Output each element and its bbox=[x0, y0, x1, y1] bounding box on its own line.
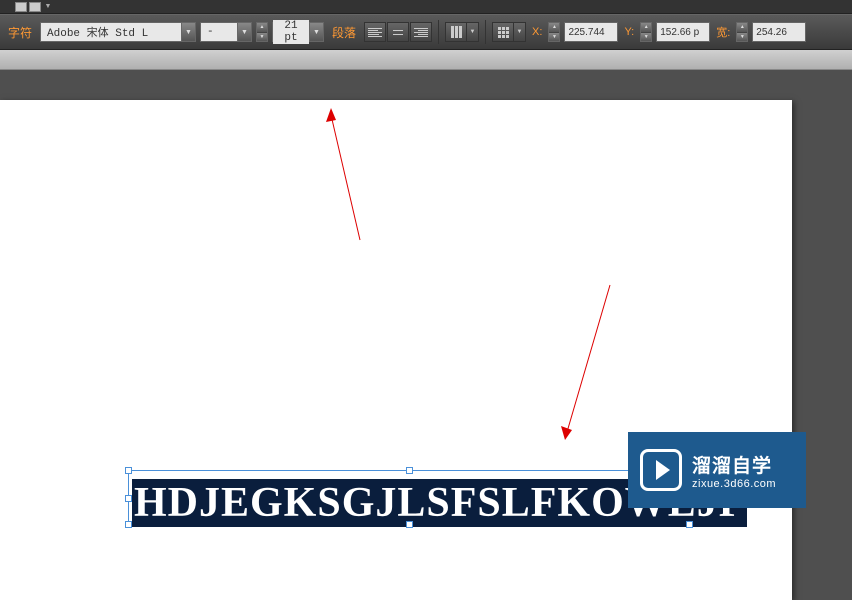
spinner-up-icon[interactable]: ▲ bbox=[257, 23, 267, 33]
paragraph-label[interactable]: 段落 bbox=[328, 24, 360, 41]
width-label: 宽: bbox=[714, 24, 732, 40]
divider bbox=[485, 20, 486, 44]
spinner-down-icon[interactable]: ▼ bbox=[549, 33, 559, 42]
font-size-combo[interactable]: 21 pt ▼ bbox=[272, 22, 324, 42]
annotation-arrow-2 bbox=[555, 280, 625, 450]
x-spinner[interactable]: ▲ ▼ bbox=[548, 22, 560, 42]
spinner-down-icon[interactable]: ▼ bbox=[257, 33, 267, 42]
font-size-spinner[interactable]: ▲ ▼ bbox=[256, 22, 268, 42]
font-style-value[interactable]: - bbox=[201, 26, 237, 38]
resize-handle-se[interactable] bbox=[686, 521, 693, 528]
grid-icon[interactable] bbox=[492, 22, 514, 42]
font-size-value[interactable]: 21 pt bbox=[273, 20, 309, 44]
alignment-group bbox=[364, 22, 432, 42]
align-center-button[interactable] bbox=[387, 22, 409, 42]
view-mode-icon-2[interactable] bbox=[29, 2, 41, 12]
y-coord-label: Y: bbox=[622, 26, 636, 38]
view-mode-icon[interactable] bbox=[15, 2, 27, 12]
divider bbox=[438, 20, 439, 44]
spinner-down-icon[interactable]: ▼ bbox=[641, 33, 651, 42]
width-spinner[interactable]: ▲ ▼ bbox=[736, 22, 748, 42]
annotation-arrow-1 bbox=[320, 100, 380, 320]
dropdown-arrow-icon[interactable]: ▼ bbox=[467, 22, 479, 42]
control-toolbar: 字符 Adobe 宋体 Std L ▼ - ▼ ▲ ▼ 21 pt ▼ 段落 bbox=[0, 14, 852, 50]
x-coord-label: X: bbox=[530, 26, 544, 38]
resize-handle-n[interactable] bbox=[406, 467, 413, 474]
resize-handle-nw[interactable] bbox=[125, 467, 132, 474]
ruler-bar bbox=[0, 50, 852, 70]
font-family-value[interactable]: Adobe 宋体 Std L bbox=[41, 24, 181, 40]
font-style-combo[interactable]: - ▼ bbox=[200, 22, 252, 42]
dropdown-arrow-icon[interactable]: ▼ bbox=[309, 23, 323, 41]
y-spinner[interactable]: ▲ ▼ bbox=[640, 22, 652, 42]
align-right-button[interactable] bbox=[410, 22, 432, 42]
width-input[interactable] bbox=[752, 22, 806, 42]
character-label[interactable]: 字符 bbox=[4, 24, 36, 41]
watermark-url: zixue.3d66.com bbox=[692, 478, 776, 490]
dropdown-arrow-icon[interactable]: ▼ bbox=[514, 22, 526, 42]
resize-handle-sw[interactable] bbox=[125, 521, 132, 528]
dropdown-arrow-icon[interactable]: ▼ bbox=[181, 23, 195, 41]
columns-icon[interactable] bbox=[445, 22, 467, 42]
resize-handle-s[interactable] bbox=[406, 521, 413, 528]
top-menu-strip: ▼ bbox=[0, 0, 852, 14]
font-family-combo[interactable]: Adobe 宋体 Std L ▼ bbox=[40, 22, 196, 42]
watermark-badge: 溜溜自学 zixue.3d66.com bbox=[628, 432, 806, 508]
y-coord-input[interactable] bbox=[656, 22, 710, 42]
x-coord-input[interactable] bbox=[564, 22, 618, 42]
columns-button-group[interactable]: ▼ bbox=[445, 22, 479, 42]
spinner-down-icon[interactable]: ▼ bbox=[737, 33, 747, 42]
spinner-up-icon[interactable]: ▲ bbox=[641, 23, 651, 33]
text-frame[interactable]: HDJEGKSGJLSFSLFKOWEJF bbox=[128, 470, 690, 525]
dropdown-arrow-icon[interactable]: ▼ bbox=[43, 2, 53, 12]
grid-options-button[interactable]: ▼ bbox=[492, 22, 526, 42]
resize-handle-w[interactable] bbox=[125, 495, 132, 502]
dropdown-arrow-icon[interactable]: ▼ bbox=[237, 23, 251, 41]
watermark-title: 溜溜自学 bbox=[692, 451, 776, 478]
spinner-up-icon[interactable]: ▲ bbox=[737, 23, 747, 33]
canvas-area[interactable]: HDJEGKSGJLSFSLFKOWEJF 溜溜自学 zixue.3d66.co… bbox=[0, 70, 852, 530]
spinner-up-icon[interactable]: ▲ bbox=[549, 23, 559, 33]
align-left-button[interactable] bbox=[364, 22, 386, 42]
play-logo-icon bbox=[640, 449, 682, 491]
